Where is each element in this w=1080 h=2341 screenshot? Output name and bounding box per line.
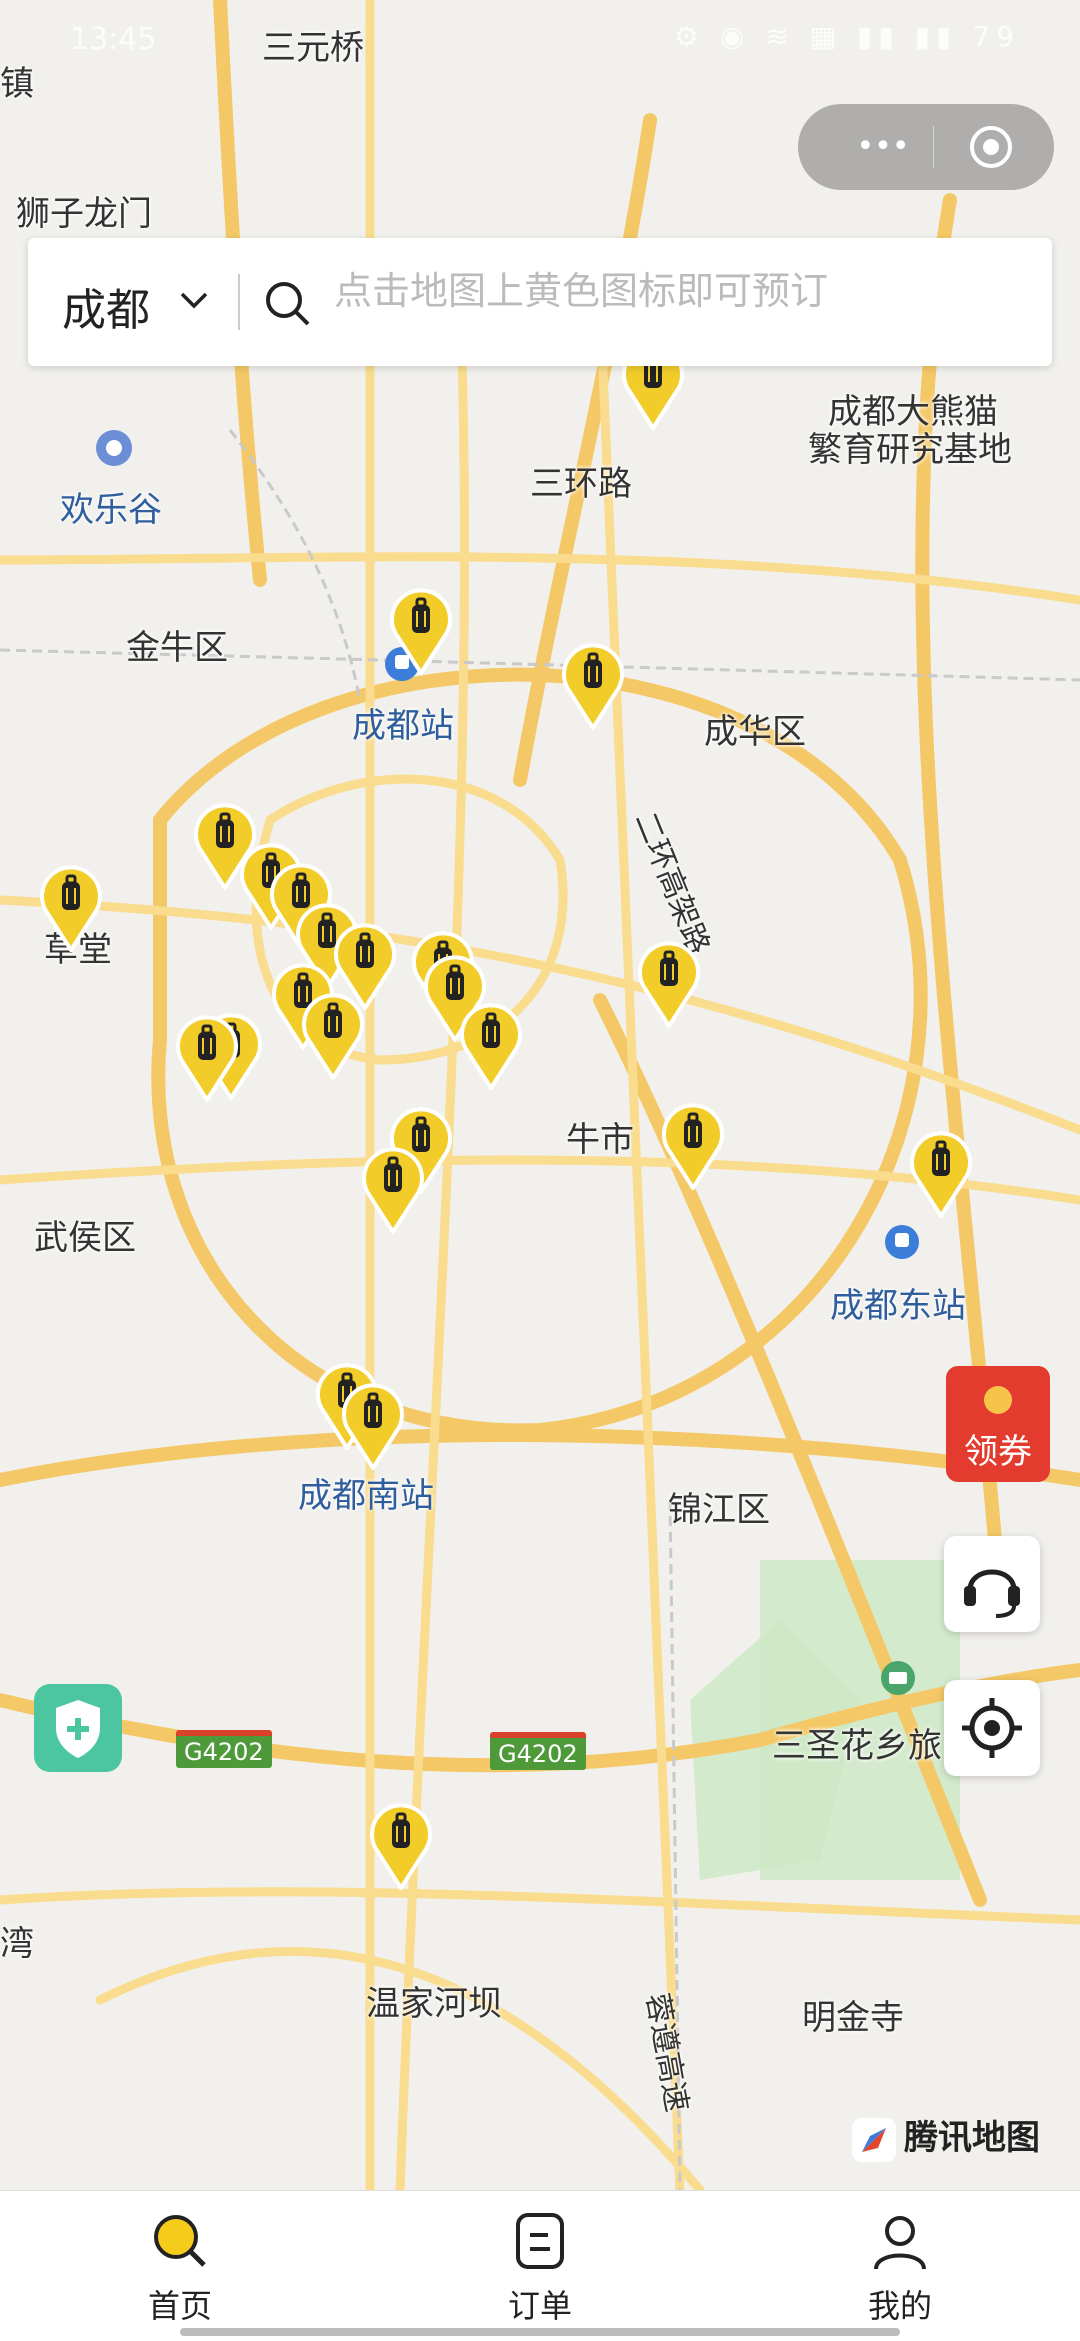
map-label: 温家河坝 <box>366 1984 502 2024</box>
tab-profile[interactable]: 我的 <box>820 2209 980 2329</box>
map-label: 欢乐谷 <box>60 490 162 530</box>
camera-icon <box>881 1661 915 1695</box>
luggage-pin-icon[interactable] <box>342 1380 404 1470</box>
map-label: 狮子龙门 <box>16 194 152 234</box>
highway-sign: G4202 <box>490 1732 586 1770</box>
map-provider-logo: 腾讯地图 <box>850 2110 1040 2166</box>
map-label: 三圣花乡旅 <box>772 1726 942 1766</box>
status-time: 13:45 <box>70 22 157 57</box>
coupon-label: 领券 <box>964 1432 1032 1472</box>
luggage-pin-icon[interactable] <box>638 938 700 1028</box>
map-label: 成都东站 <box>830 1286 966 1326</box>
map-label: 牛市 <box>566 1120 634 1160</box>
map-label: 金牛区 <box>126 628 228 668</box>
luggage-pin-icon[interactable] <box>662 1100 724 1190</box>
locate-icon <box>962 1698 1022 1758</box>
luggage-pin-icon[interactable] <box>910 1128 972 1218</box>
amusement-park-icon <box>96 430 132 466</box>
search-bar: 成都 点击地图上黄色图标即可预订 <box>28 238 1052 366</box>
bottom-tab-bar: 首页 订单 我的 <box>0 2190 1080 2341</box>
luggage-pin-icon[interactable] <box>562 640 624 730</box>
luggage-pin-icon[interactable] <box>176 1012 238 1102</box>
map-provider-name: 腾讯地图 <box>904 2118 1040 2158</box>
luggage-pin-icon[interactable] <box>302 990 364 1080</box>
tab-orders[interactable]: 订单 <box>460 2209 620 2329</box>
luggage-pin-icon[interactable] <box>40 862 102 952</box>
close-icon[interactable] <box>968 124 1014 170</box>
tab-home[interactable]: 首页 <box>100 2209 260 2329</box>
safety-shield-button[interactable] <box>34 1684 122 1772</box>
map-label: 繁育研究基地 <box>808 430 1012 470</box>
city-selector[interactable]: 成都 <box>62 274 150 338</box>
map-label: 成都站 <box>352 706 454 746</box>
coupon-icon <box>984 1386 1012 1414</box>
search-divider <box>238 274 240 330</box>
train-station-icon <box>885 1225 919 1259</box>
luggage-pin-icon[interactable] <box>390 585 452 675</box>
status-icons: ⚙ ◉ ≋ ▦ ▮▮ ▮▮ 79 <box>673 20 1020 53</box>
map-label: 武侯区 <box>34 1218 136 1258</box>
coupon-button[interactable]: 领券 <box>946 1366 1050 1482</box>
more-menu-button[interactable]: ••• <box>828 126 938 168</box>
map-label: 成都南站 <box>298 1476 434 1516</box>
home-indicator <box>180 2328 900 2336</box>
chevron-down-icon[interactable] <box>174 280 214 320</box>
compass-icon <box>852 2117 896 2162</box>
map-label: 三环路 <box>530 464 632 504</box>
user-icon <box>874 2216 926 2270</box>
mini-program-capsule: ••• <box>798 104 1054 190</box>
map-label: 成华区 <box>704 712 806 752</box>
status-bar: 13:45 ⚙ ◉ ≋ ▦ ▮▮ ▮▮ 79 <box>0 0 1080 80</box>
locate-button[interactable] <box>944 1680 1040 1776</box>
search-input[interactable]: 点击地图上黄色图标即可预订 <box>334 260 828 315</box>
tab-label: 我的 <box>867 2287 932 2325</box>
map-label: 锦江区 <box>668 1490 770 1530</box>
search-icon <box>154 2215 206 2267</box>
tab-label: 首页 <box>147 2287 212 2325</box>
headset-icon <box>964 1569 1020 1618</box>
search-icon <box>266 282 310 326</box>
order-icon <box>516 2213 564 2269</box>
tab-label: 订单 <box>507 2287 572 2325</box>
luggage-pin-icon[interactable] <box>370 1800 432 1890</box>
luggage-pin-icon[interactable] <box>460 1000 522 1090</box>
shield-icon <box>56 1700 100 1758</box>
capsule-divider <box>933 126 934 168</box>
customer-service-button[interactable] <box>944 1536 1040 1632</box>
map-label: 明金寺 <box>802 1998 904 2038</box>
luggage-pin-icon[interactable] <box>362 1144 424 1234</box>
map-label: 湾 <box>0 1924 34 1964</box>
highway-sign: G4202 <box>176 1730 272 1768</box>
